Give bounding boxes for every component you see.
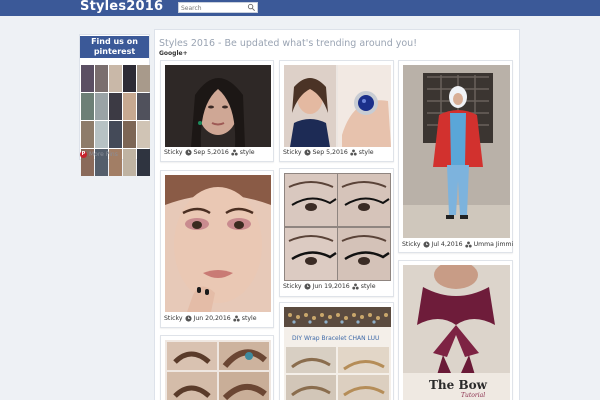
bracelet-tutorial-illustration: DIY Wrap Bracelet CHAN LUU [284, 307, 391, 400]
search-icon[interactable] [247, 3, 256, 12]
pinterest-thumbnail[interactable] [95, 93, 108, 120]
post-author[interactable]: Sticky [402, 241, 421, 248]
makeup-face-illustration [165, 175, 271, 312]
post-author[interactable]: Sticky [283, 149, 302, 156]
post-meta: Sticky Jul 4,2016 Umma Jimmi [402, 241, 513, 248]
post-card[interactable]: Sticky Jun 20,2016 style [160, 170, 274, 328]
pinterest-thumbnail[interactable] [123, 121, 136, 148]
pinterest-thumbnail[interactable] [109, 121, 122, 148]
post-category[interactable]: style [359, 149, 374, 156]
post-card[interactable]: The Bow Tutorial [398, 260, 513, 400]
post-author[interactable]: Sticky [164, 315, 183, 322]
pinterest-thumbnail[interactable] [137, 65, 150, 92]
post-image[interactable]: DIY Wrap Bracelet CHAN LUU [284, 307, 391, 400]
category-icon [464, 241, 472, 248]
clock-icon [422, 241, 430, 248]
post-category[interactable]: Umma Jimmi [474, 241, 514, 248]
pinterest-thumbnail[interactable] [81, 65, 94, 92]
post-image[interactable] [284, 65, 391, 147]
street-style-illustration [403, 65, 510, 238]
pinterest-thumbnail[interactable] [123, 93, 136, 120]
pinterest-thumbnail[interactable] [137, 93, 150, 120]
category-icon [352, 283, 359, 290]
post-category[interactable]: style [242, 315, 257, 322]
google-plus-link[interactable]: Google+ [159, 50, 188, 57]
pinterest-thumbnail[interactable] [109, 65, 122, 92]
site-logo-title[interactable]: Styles2016 [80, 0, 163, 14]
pinterest-thumbnail-grid [81, 65, 150, 180]
eyeliner-tutorial-illustration [284, 173, 391, 281]
post-card[interactable]: Sticky Sep 5,2016 style [279, 60, 394, 162]
post-date: Sep 5,2016 [193, 149, 229, 156]
search-input[interactable] [179, 4, 247, 13]
clock-icon [184, 149, 192, 156]
more-pins-link[interactable]: P More Pins [80, 151, 118, 158]
bracelet-caption: DIY Wrap Bracelet CHAN LUU [292, 335, 379, 342]
pinterest-thumbnail[interactable] [95, 65, 108, 92]
page-headline: Styles 2016 - Be updated what's trending… [159, 38, 418, 49]
ring-illustration [284, 65, 391, 147]
post-category[interactable]: style [361, 283, 376, 290]
bow-title: The Bow [429, 378, 488, 392]
pinterest-thumbnail[interactable] [109, 93, 122, 120]
post-meta: Sticky Jun 20,2016 style [164, 315, 257, 322]
hair-tutorial-illustration [165, 340, 271, 400]
post-date: Sep 5,2016 [312, 149, 348, 156]
clock-icon [184, 315, 192, 322]
post-image[interactable] [165, 65, 271, 147]
search-box [178, 2, 258, 13]
category-icon [233, 315, 240, 322]
find-us-on-pinterest-button[interactable]: Find us on pinterest [80, 36, 149, 58]
post-image[interactable] [165, 340, 271, 400]
top-navigation-bar: Styles2016 [0, 0, 600, 16]
post-category[interactable]: style [240, 149, 255, 156]
clock-icon [303, 283, 311, 290]
post-image[interactable] [284, 173, 391, 281]
pinterest-thumbnail[interactable] [123, 149, 136, 176]
clock-icon [303, 149, 311, 156]
pinterest-thumbnail[interactable] [95, 121, 108, 148]
pinterest-thumbnail[interactable] [137, 121, 150, 148]
category-icon [350, 149, 357, 156]
pinterest-thumbnail[interactable] [137, 149, 150, 176]
post-meta: Sticky Jun 19,2016 style [283, 283, 376, 290]
more-pins-label: More Pins [89, 151, 118, 158]
pinterest-widget: Find us on pinterest P More Pins [79, 34, 150, 176]
post-image[interactable] [165, 175, 271, 312]
post-card[interactable]: Sticky Jun 19,2016 style [279, 168, 394, 297]
post-card[interactable]: Sticky Sep 5,2016 style [160, 60, 274, 162]
post-card[interactable] [160, 335, 274, 400]
post-date: Jun 19,2016 [312, 283, 350, 290]
post-image[interactable] [403, 65, 510, 238]
post-author[interactable]: Sticky [164, 149, 183, 156]
bow-subtitle: Tutorial [461, 392, 485, 399]
post-date: Jun 20,2016 [193, 315, 231, 322]
scarf-bow-illustration: The Bow Tutorial [403, 265, 510, 400]
pinterest-thumbnail[interactable] [81, 93, 94, 120]
post-card[interactable]: DIY Wrap Bracelet CHAN LUU [279, 302, 394, 400]
post-date: Jul 4,2016 [431, 241, 463, 248]
post-meta: Sticky Sep 5,2016 style [164, 149, 255, 156]
pinterest-thumbnail[interactable] [81, 121, 94, 148]
pinterest-thumbnail[interactable] [123, 65, 136, 92]
pinterest-icon: P [80, 151, 87, 158]
category-icon [231, 149, 238, 156]
post-card[interactable]: Sticky Jul 4,2016 Umma Jimmi [398, 60, 513, 253]
post-image[interactable]: The Bow Tutorial [403, 265, 510, 400]
portrait-illustration [165, 65, 271, 147]
post-meta: Sticky Sep 5,2016 style [283, 149, 374, 156]
post-author[interactable]: Sticky [283, 283, 302, 290]
